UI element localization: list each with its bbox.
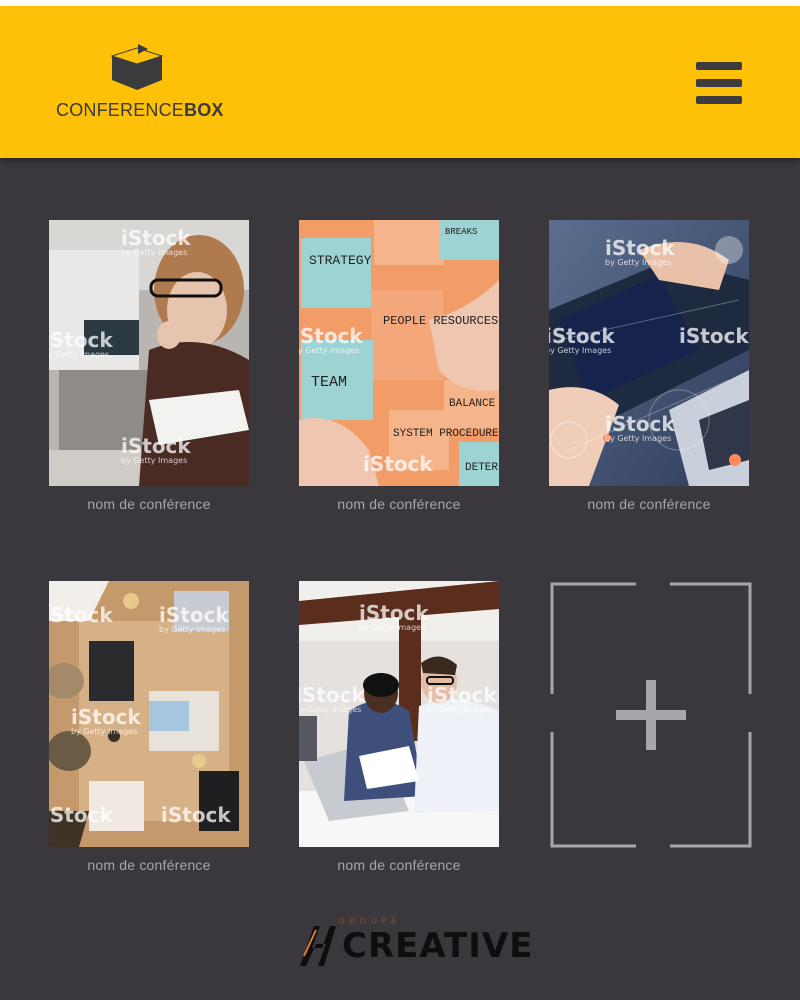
conference-card[interactable]: iStock by Getty Images iStock by Getty Ima… [549,220,749,512]
conference-name[interactable]: nom de conférence [49,496,249,512]
app-header: CONFERENCEBOX [0,6,800,158]
conference-thumbnail[interactable]: iStock by Getty Images iStock by Getty Ima… [299,581,499,847]
footer-sub: GROUPE [338,916,402,926]
sticky-note-text: PEOPLE RESOURCES [383,314,498,328]
groupe-creative-logo: GROUPE CREATIVE [298,916,532,972]
conference-name[interactable]: nom de conférence [299,496,499,512]
conference-card[interactable]: iStock iStock by Getty Images iStock by Ge… [49,581,249,873]
conference-card[interactable]: STRATEGY PEOPLE RESOURCES TEAM SYSTEM PR… [299,220,499,512]
conference-thumbnail[interactable]: STRATEGY PEOPLE RESOURCES TEAM SYSTEM PR… [299,220,499,486]
footer-wordmark: CREATIVE [342,926,534,966]
conference-name[interactable]: nom de conférence [299,857,499,873]
tablet-network-photo [549,220,749,486]
woman-reading-photo [49,220,249,486]
conference-name[interactable]: nom de conférence [49,857,249,873]
brand-name: CONFERENCEBOX [56,100,224,120]
plus-icon [550,582,752,848]
office-meeting-photo [299,581,499,847]
conference-name[interactable]: nom de conférence [549,496,749,512]
conference-thumbnail[interactable]: iStock iStock by Getty Images iStock by Ge… [49,581,249,847]
meeting-table-photo [49,581,249,847]
sticky-note-text: TEAM [311,374,347,391]
conference-thumbnail[interactable]: iStock by Getty Images iStock by Getty Ima… [49,220,249,486]
box-icon [110,44,164,90]
sticky-note-text: STRATEGY [309,253,372,268]
sticky-note-text: BALANCE [449,398,496,410]
conference-card[interactable]: iStock by Getty Images iStock by Getty Ima… [49,220,249,512]
hamburger-menu-icon[interactable] [696,62,742,104]
sticky-notes-photo: STRATEGY PEOPLE RESOURCES TEAM SYSTEM PR… [299,220,499,486]
conferencebox-logo[interactable]: CONFERENCEBOX [56,42,226,126]
add-conference-button[interactable] [550,582,752,848]
creative-mark-icon [300,926,336,966]
sticky-note-text: BREAKS [445,227,477,237]
conference-thumbnail[interactable]: iStock by Getty Images iStock by Getty Ima… [549,220,749,486]
sticky-note-text: DETER [465,462,498,474]
sticky-note-text: SYSTEM PROCEDURE [393,428,499,440]
conference-card[interactable]: iStock by Getty Images iStock by Getty Ima… [299,581,499,873]
